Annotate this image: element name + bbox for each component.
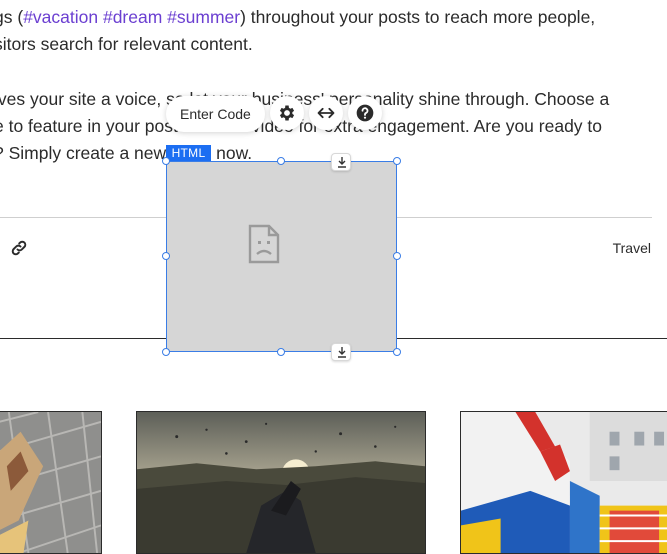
- resize-handle-right[interactable]: [393, 252, 401, 260]
- balloons-sunset-photo: [137, 412, 425, 553]
- settings-button[interactable]: [270, 96, 304, 130]
- post-line: sitors search for relevant content.: [0, 34, 253, 54]
- resize-handle-left[interactable]: [162, 252, 170, 260]
- broken-document-icon: [248, 224, 280, 264]
- resize-handle-bottom-left[interactable]: [162, 348, 170, 356]
- download-anchor-icon: [338, 157, 346, 168]
- colorful-building-photo: [461, 412, 667, 553]
- resize-handle-bottom-right[interactable]: [393, 348, 401, 356]
- resize-handle-bottom[interactable]: [277, 348, 285, 356]
- help-icon: [356, 104, 374, 122]
- html-element-badge: HTML: [166, 145, 211, 161]
- text-fragment: ? Simply create a new: [0, 143, 167, 163]
- resize-handle-top[interactable]: [277, 157, 285, 165]
- resize-handle-top-left[interactable]: [162, 157, 170, 165]
- post-paragraph-1: gs (#vacation #dream #summer) throughout…: [0, 4, 667, 58]
- download-anchor-icon: [338, 347, 346, 358]
- html-embed-placeholder[interactable]: [166, 161, 397, 352]
- post-thumbnail-image[interactable]: [136, 411, 426, 554]
- post-line: gs (#vacation #dream #summer) throughout…: [0, 4, 667, 31]
- post-thumbnail-image[interactable]: [0, 411, 102, 554]
- help-button[interactable]: [348, 96, 382, 130]
- link-icon[interactable]: [10, 239, 28, 257]
- download-anchor-top-button[interactable]: [331, 153, 351, 171]
- text-fragment: gs (: [0, 7, 24, 27]
- hashtags-link[interactable]: #vacation #dream #summer: [23, 7, 240, 27]
- stretch-arrows-icon: [317, 107, 335, 119]
- text-fragment: now.: [216, 143, 253, 163]
- text-fragment: ) throughout your posts to reach more pe…: [240, 7, 596, 27]
- stretch-button[interactable]: [309, 96, 343, 130]
- enter-code-button[interactable]: Enter Code: [166, 96, 265, 132]
- post-thumbnail-image[interactable]: [460, 411, 667, 554]
- gear-icon: [279, 105, 295, 121]
- post-category[interactable]: Travel: [613, 240, 651, 256]
- resize-handle-top-right[interactable]: [393, 157, 401, 165]
- download-anchor-bottom-button[interactable]: [331, 343, 351, 361]
- pavement-photo: [0, 412, 101, 553]
